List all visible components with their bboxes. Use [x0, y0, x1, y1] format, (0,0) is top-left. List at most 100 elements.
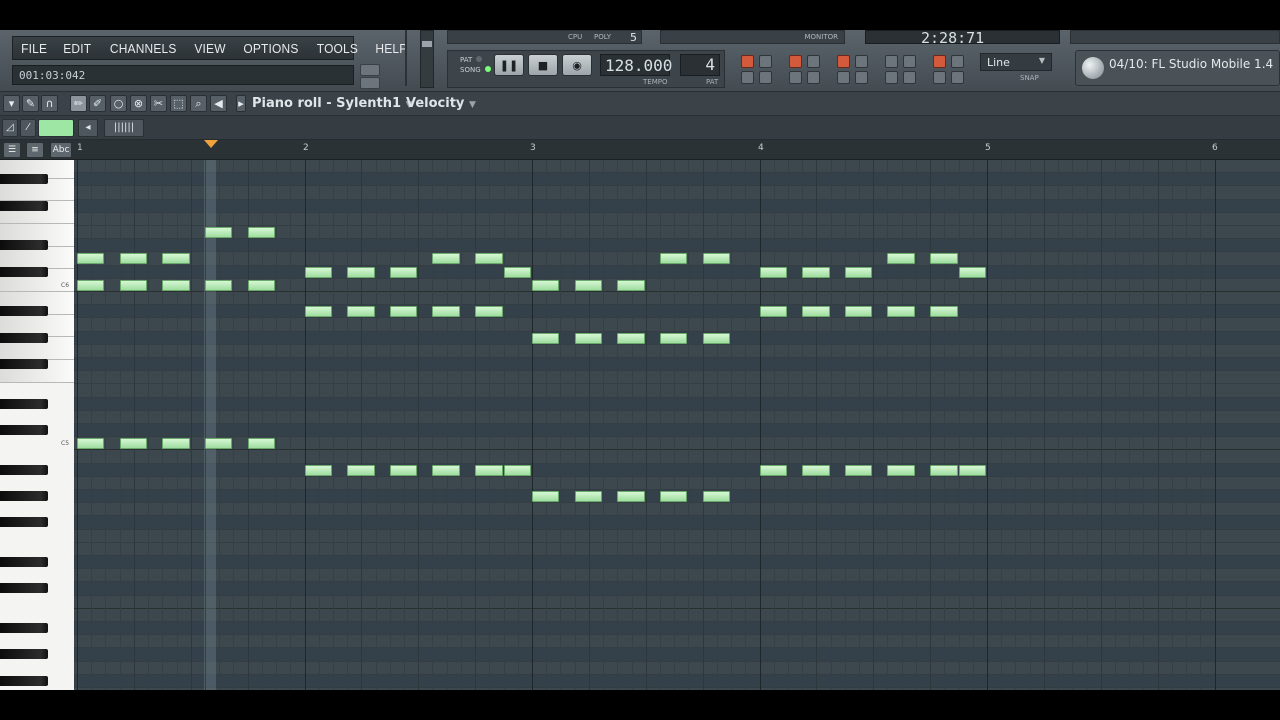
mixer-toggle[interactable]	[933, 71, 946, 84]
note[interactable]	[887, 253, 915, 265]
note[interactable]	[759, 306, 787, 318]
black-key[interactable]	[0, 649, 48, 660]
snap-select[interactable]: Line ▼	[980, 53, 1052, 71]
note[interactable]	[347, 464, 375, 476]
recording-icon[interactable]	[903, 55, 916, 68]
note[interactable]	[475, 306, 503, 318]
black-key[interactable]	[0, 306, 48, 317]
note[interactable]	[347, 266, 375, 278]
slice-tool-button[interactable]: ✂	[150, 95, 167, 112]
note[interactable]	[574, 491, 603, 502]
black-key[interactable]	[0, 583, 48, 594]
black-key[interactable]	[0, 174, 48, 185]
note[interactable]	[204, 438, 233, 450]
link-icon[interactable]	[951, 55, 964, 68]
countdown-icon[interactable]	[807, 55, 820, 68]
keyboard-icon[interactable]	[759, 55, 772, 68]
black-key[interactable]	[0, 266, 48, 277]
note[interactable]	[475, 464, 503, 476]
playback-tool-button[interactable]: ◀	[210, 95, 227, 112]
zoom-slider[interactable]: ||||||	[104, 119, 144, 137]
note[interactable]	[162, 253, 190, 265]
menu-edit[interactable]: EDIT	[57, 41, 98, 56]
pattern-number-display[interactable]: 4	[680, 54, 720, 76]
note[interactable]	[432, 464, 460, 476]
note-names-toggle[interactable]: Abc	[50, 142, 72, 158]
note[interactable]	[247, 279, 276, 291]
tools-menu-button[interactable]: ✎	[22, 95, 39, 112]
black-key[interactable]	[0, 623, 48, 633]
note[interactable]	[802, 306, 830, 318]
note[interactable]	[119, 279, 148, 291]
menu-options[interactable]: OPTIONS	[237, 41, 305, 56]
note[interactable]	[475, 253, 503, 265]
black-key[interactable]	[0, 491, 48, 501]
note[interactable]	[432, 253, 460, 265]
note[interactable]	[389, 266, 418, 278]
note[interactable]	[77, 253, 105, 265]
note[interactable]	[958, 266, 986, 278]
black-key[interactable]	[0, 332, 48, 343]
note[interactable]	[617, 332, 645, 344]
multilink-toggle[interactable]	[933, 55, 946, 68]
note[interactable]	[304, 266, 332, 278]
overdub-icon[interactable]	[855, 71, 868, 84]
note[interactable]	[659, 253, 688, 265]
options-menu-button[interactable]: ▾	[3, 95, 20, 112]
hint-toggle-button[interactable]	[360, 64, 380, 76]
loop-button[interactable]	[38, 119, 74, 137]
countdown-toggle[interactable]	[789, 55, 802, 68]
note[interactable]	[77, 438, 105, 450]
note[interactable]	[759, 464, 787, 476]
note[interactable]	[532, 279, 560, 291]
note[interactable]	[389, 306, 418, 318]
note[interactable]	[119, 438, 148, 450]
note[interactable]	[503, 266, 531, 278]
time-display[interactable]: 2:28:71	[865, 30, 1060, 44]
pencil-small-button[interactable]: ◿	[2, 119, 18, 137]
snap-magnet-button[interactable]: ∩	[41, 95, 58, 112]
select-tool-button[interactable]: ⬚	[170, 95, 187, 112]
mixer-icon[interactable]	[951, 71, 964, 84]
note[interactable]	[702, 491, 731, 502]
pause-button[interactable]: ❚❚	[494, 54, 524, 76]
black-key[interactable]	[0, 359, 48, 369]
wait-icon[interactable]	[807, 71, 820, 84]
note[interactable]	[347, 306, 375, 318]
menu-file[interactable]: FILE	[15, 41, 54, 56]
note[interactable]	[617, 491, 645, 502]
record-button[interactable]: ◉	[562, 54, 592, 76]
loop-record-toggle[interactable]	[885, 71, 898, 84]
note[interactable]	[930, 464, 958, 476]
note[interactable]	[617, 279, 645, 291]
mute-tool-button[interactable]: ⊗	[130, 95, 147, 112]
stop-button[interactable]: ■	[528, 54, 558, 76]
black-key[interactable]	[0, 557, 48, 567]
loop-record-icon[interactable]	[903, 71, 916, 84]
wait-toggle[interactable]	[789, 71, 802, 84]
note[interactable]	[574, 279, 603, 291]
note[interactable]	[162, 279, 190, 291]
window-arrow-button[interactable]: ▸	[236, 95, 246, 112]
note[interactable]	[659, 332, 688, 344]
playhead-marker[interactable]	[204, 140, 218, 148]
note[interactable]	[844, 306, 873, 318]
black-key[interactable]	[0, 675, 48, 686]
note[interactable]	[77, 279, 105, 291]
note[interactable]	[958, 464, 986, 476]
menu-channels[interactable]: CHANNELS	[103, 41, 182, 56]
note[interactable]	[702, 332, 731, 344]
paint-tool-button[interactable]: ✐	[89, 95, 106, 112]
metronome-toggle[interactable]	[741, 71, 754, 84]
pat-song-switch[interactable]: PAT SONG	[460, 55, 491, 75]
note[interactable]	[759, 266, 787, 278]
note[interactable]	[304, 464, 332, 476]
note[interactable]	[304, 306, 332, 318]
stamp-button[interactable]: ⁄	[20, 119, 36, 137]
white-key[interactable]	[0, 246, 74, 270]
delete-tool-button[interactable]: ○	[110, 95, 127, 112]
scroll-left-button[interactable]: ◂	[78, 119, 98, 137]
note[interactable]	[247, 227, 276, 238]
note[interactable]	[802, 266, 830, 278]
note[interactable]	[247, 438, 276, 450]
